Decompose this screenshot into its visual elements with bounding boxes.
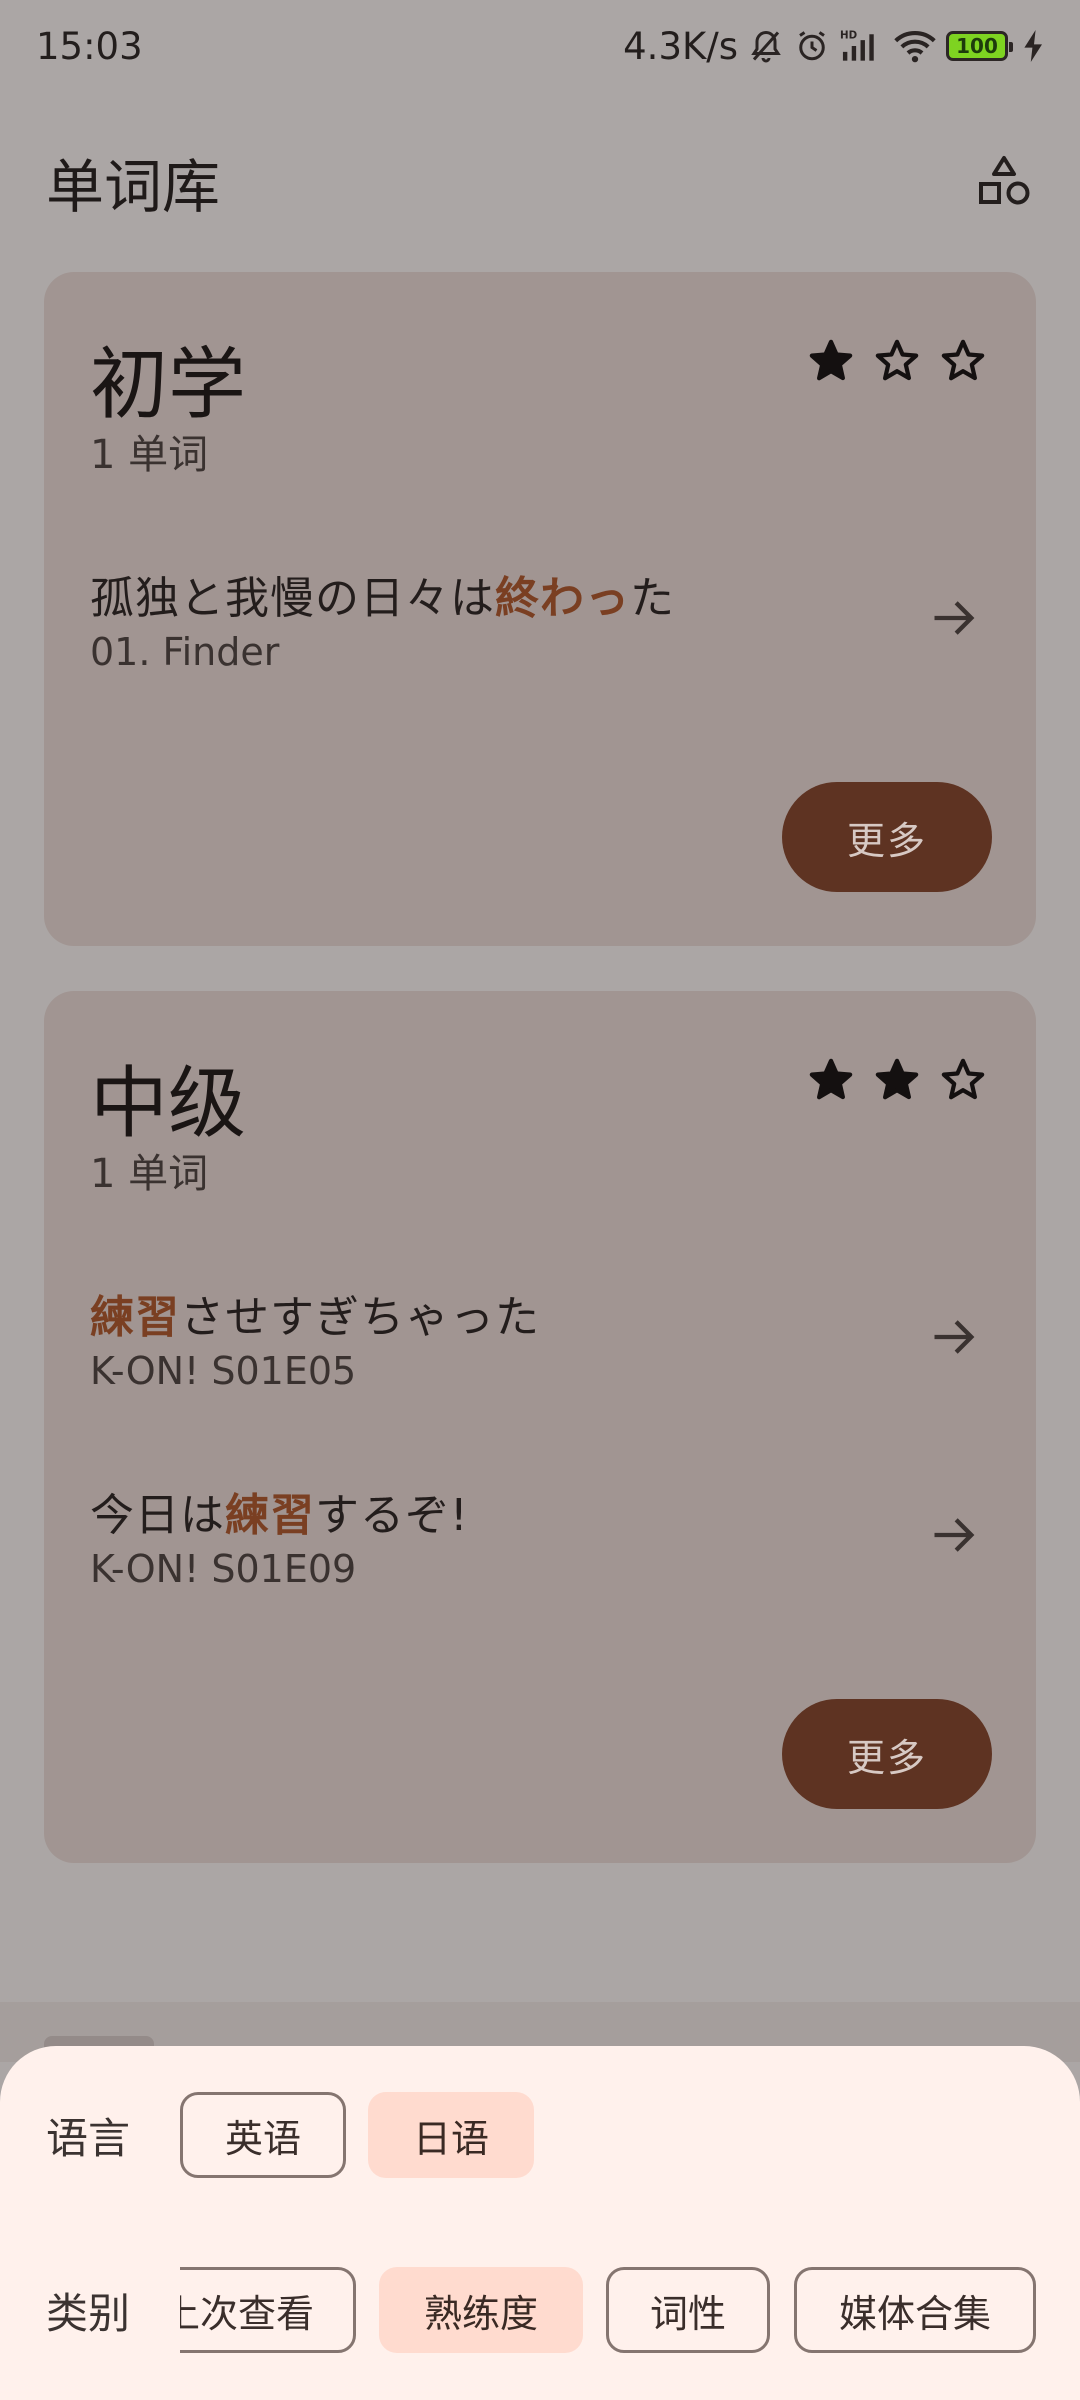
star-outline-icon (875, 339, 919, 381)
filter-bottom-sheet: 语言 英语 日语 类别 上次查看 熟练度 词性 媒体合集 (0, 2046, 1080, 2400)
svg-text:HD: HD (840, 30, 857, 42)
list-item[interactable]: 孤独と我慢の日々は終わった 01. Finder (90, 562, 990, 702)
battery-icon: 100 (946, 31, 1013, 61)
page-title: 单词库 (46, 153, 221, 221)
highlighted-word: 練習 (225, 1490, 315, 1541)
alarm-icon (794, 28, 830, 64)
card-title: 中级 (90, 1059, 247, 1149)
arrow-right-icon[interactable] (918, 1301, 990, 1373)
highlighted-word: 練習 (90, 1292, 180, 1343)
sentence-source: 01. Finder (90, 630, 280, 674)
sentence-source: K-ON! S01E09 (90, 1547, 357, 1591)
example-sentence: 孤独と我慢の日々は終わった (90, 573, 675, 624)
language-filter-row: 语言 英语 日语 (0, 2092, 1080, 2178)
word-group-card-beginner[interactable]: 初学 1 单词 孤独と我慢の日々は終わった 01. Finder 更多 (44, 272, 1036, 946)
star-filled-icon (875, 1058, 919, 1100)
example-sentence: 練習させすぎちゃった (90, 1292, 540, 1343)
shapes-icon[interactable] (968, 146, 1040, 218)
arrow-right-icon[interactable] (918, 1499, 990, 1571)
more-button[interactable]: 更多 (782, 1699, 992, 1809)
star-filled-icon (809, 1058, 853, 1100)
highlighted-word: 終わっ (495, 573, 630, 624)
top-app-bar: 单词库 (0, 132, 1080, 232)
word-group-card-intermediate[interactable]: 中级 1 单词 練習させすぎちゃった K-ON! S01E05 今日は練習するぞ… (44, 991, 1036, 1863)
wifi-icon (894, 28, 936, 64)
star-outline-icon (941, 1058, 985, 1100)
arrow-right-icon[interactable] (918, 582, 990, 654)
proficiency-stars (808, 338, 986, 384)
more-button[interactable]: 更多 (782, 782, 992, 892)
chip-last-viewed[interactable]: 上次查看 (180, 2267, 356, 2353)
example-sentence: 今日は練習するぞ! (90, 1490, 469, 1541)
status-icons: 4.3K/s HD 100 (623, 25, 1044, 68)
network-speed: 4.3K/s (623, 24, 738, 68)
language-label: 语言 (46, 2113, 131, 2163)
category-label: 类别 (46, 2288, 131, 2338)
word-count: 1 单词 (90, 432, 209, 478)
card-title: 初学 (90, 340, 247, 430)
status-time: 15:03 (36, 24, 143, 68)
chip-proficiency[interactable]: 熟练度 (379, 2267, 583, 2353)
sentence-source: K-ON! S01E05 (90, 1349, 357, 1393)
status-bar: 15:03 4.3K/s HD 100 (0, 0, 1080, 92)
bell-muted-icon (748, 28, 784, 64)
star-outline-icon (941, 339, 985, 381)
list-item[interactable]: 今日は練習するぞ! K-ON! S01E09 (90, 1479, 990, 1619)
chip-english[interactable]: 英语 (180, 2092, 346, 2178)
hd-signal-icon: HD (840, 28, 884, 64)
word-count: 1 单词 (90, 1151, 209, 1197)
category-filter-row: 类别 上次查看 熟练度 词性 媒体合集 (0, 2267, 1080, 2353)
charging-icon (1024, 30, 1044, 62)
chip-media-collection[interactable]: 媒体合集 (794, 2267, 1036, 2353)
category-chips-scroller[interactable]: 上次查看 熟练度 词性 媒体合集 (180, 2267, 1080, 2353)
star-filled-icon (809, 339, 853, 381)
proficiency-stars (808, 1057, 986, 1103)
battery-level: 100 (956, 34, 998, 58)
chip-part-of-speech[interactable]: 词性 (606, 2267, 770, 2353)
list-item[interactable]: 練習させすぎちゃった K-ON! S01E05 (90, 1281, 990, 1421)
chip-japanese[interactable]: 日语 (368, 2092, 534, 2178)
